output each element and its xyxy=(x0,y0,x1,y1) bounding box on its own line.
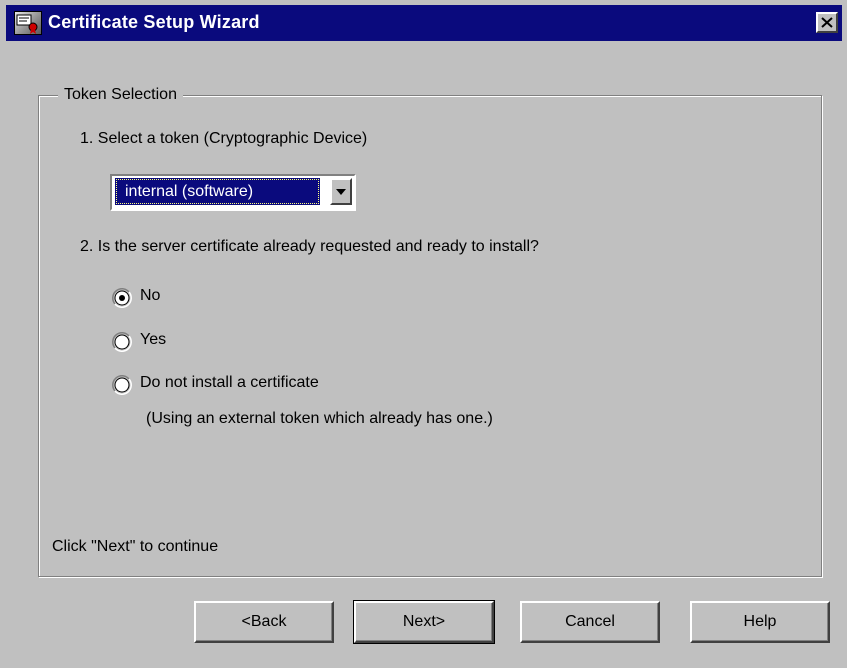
hint-text: Click "Next" to continue xyxy=(52,538,219,555)
radio-do-not-install[interactable] xyxy=(112,375,132,395)
cancel-button[interactable]: Cancel xyxy=(520,601,660,643)
title-bar[interactable]: Certificate Setup Wizard xyxy=(6,5,842,41)
certificate-icon xyxy=(14,11,42,35)
window-title: Certificate Setup Wizard xyxy=(48,12,260,32)
token-dropdown-value: internal (software) xyxy=(115,178,320,205)
radio-no-label: No xyxy=(140,287,161,304)
token-dropdown[interactable]: internal (software) xyxy=(110,174,356,211)
next-button[interactable]: Next> xyxy=(353,600,495,644)
radio-yes-label: Yes xyxy=(140,331,167,348)
dropdown-arrow-button[interactable] xyxy=(330,178,352,205)
help-button[interactable]: Help xyxy=(690,601,830,643)
step2-label: 2. Is the server certificate already req… xyxy=(80,238,539,255)
radio-yes[interactable] xyxy=(112,332,132,352)
close-button[interactable] xyxy=(816,12,838,33)
back-button[interactable]: <Back xyxy=(194,601,334,643)
group-legend: Token Selection xyxy=(58,86,183,104)
radio-do-not-install-label: Do not install a certificate xyxy=(140,374,319,391)
close-icon xyxy=(821,17,833,28)
radio-note: (Using an external token which already h… xyxy=(146,410,493,427)
chevron-down-icon xyxy=(336,188,346,195)
step1-label: 1. Select a token (Cryptographic Device) xyxy=(80,130,368,147)
radio-no[interactable] xyxy=(112,288,132,308)
